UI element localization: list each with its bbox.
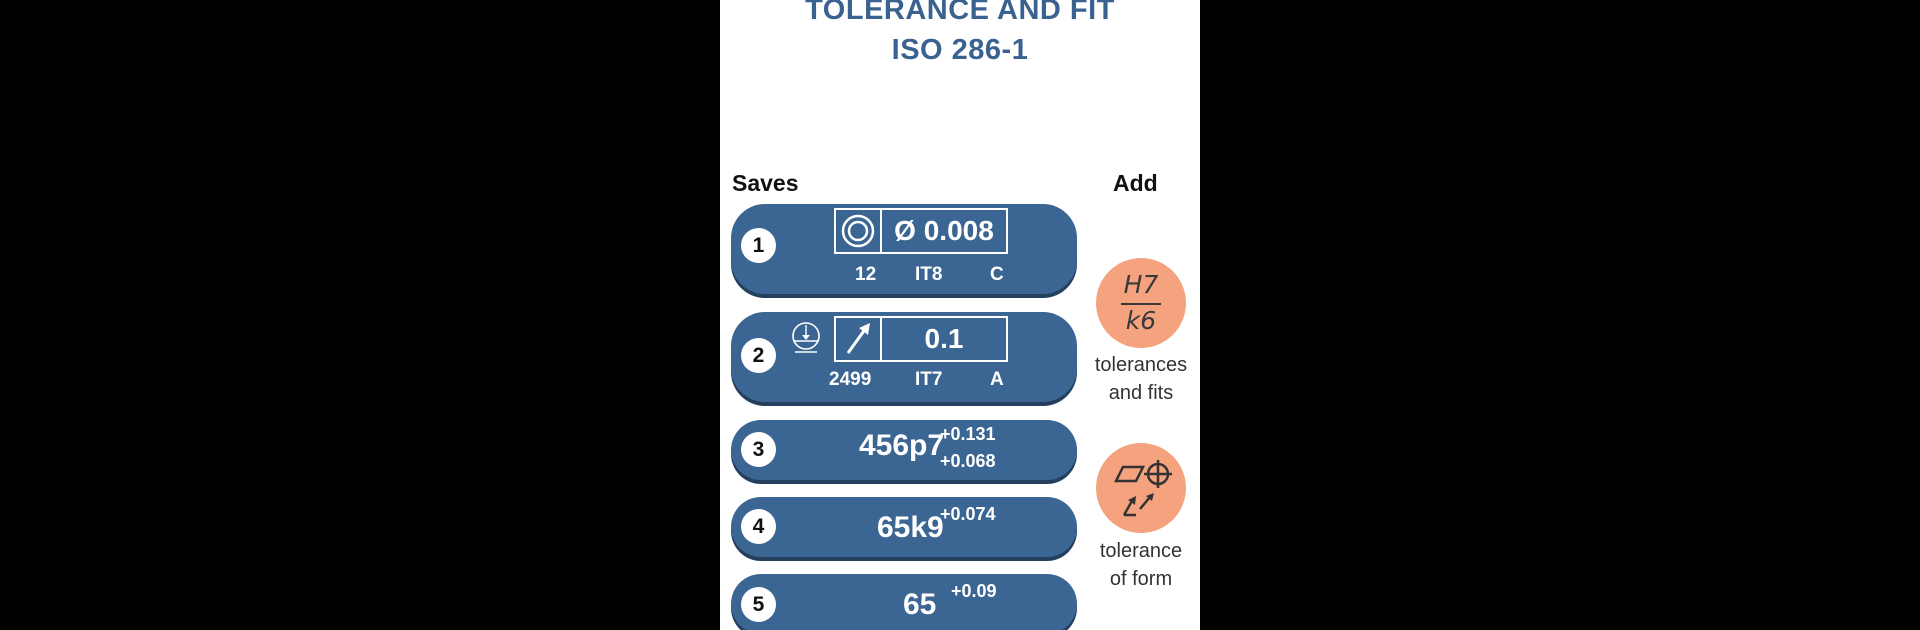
app-screen: TOLERANCE AND FIT ISO 286-1 Saves Add 1 … <box>720 0 1200 630</box>
add-tolerances-and-fits-button[interactable]: H7 k6 <box>1096 258 1186 348</box>
tolerance-frame: 0.1 <box>834 316 1008 362</box>
page-subtitle: ISO 286-1 <box>891 34 1029 66</box>
datum-feature-icon <box>792 322 820 353</box>
save-number-3: 3 <box>741 432 776 467</box>
add-tolerances-and-fits-caption: tolerances and fits <box>1094 354 1188 404</box>
save-item-4[interactable]: 4 65k9 +0.074 <box>731 497 1077 557</box>
flatness-position-runout-icon <box>1113 460 1172 517</box>
fit-designation: 65 <box>903 588 937 621</box>
add-tolerance-of-form-caption: tolerance of form <box>1099 540 1183 590</box>
it-grade: IT7 <box>915 369 943 390</box>
hole-tolerance-label: H7 <box>1123 270 1159 299</box>
save-item-5[interactable]: 5 65 +0.09 <box>731 574 1077 630</box>
nominal-size: 12 <box>855 264 877 285</box>
it-grade: IT8 <box>915 264 943 285</box>
add-heading: Add <box>1113 170 1158 196</box>
tolerance-class: A <box>990 369 1004 390</box>
fit-designation: 65k9 <box>877 511 944 544</box>
total-runout-icon <box>836 318 880 360</box>
fit-designation: 456p7 <box>859 429 945 462</box>
saves-heading: Saves <box>732 170 799 196</box>
shaft-tolerance-label: k6 <box>1125 306 1157 335</box>
tolerance-class: C <box>990 264 1004 285</box>
page-title: TOLERANCE AND FIT <box>805 0 1115 26</box>
tolerance-frame: Ø 0.008 <box>834 208 1008 254</box>
save-number-1: 1 <box>741 228 776 263</box>
upper-deviation: +0.074 <box>940 504 996 524</box>
save-item-1[interactable]: 1 Ø 0.008 12 IT8 C <box>731 204 1077 294</box>
concentricity-icon <box>836 210 880 252</box>
save-item-2[interactable]: 2 0.1 2499 IT7 A <box>731 312 1077 402</box>
tolerance-value: Ø 0.008 <box>894 215 994 246</box>
save-item-3[interactable]: 3 456p7 +0.131 +0.068 <box>731 420 1077 480</box>
add-tolerance-of-form-button[interactable] <box>1096 443 1186 533</box>
nominal-size: 2499 <box>829 369 872 390</box>
lower-deviation: +0.068 <box>940 451 996 471</box>
fraction-line <box>1121 303 1161 305</box>
upper-deviation: +0.09 <box>951 581 997 601</box>
tolerance-value: 0.1 <box>924 323 964 354</box>
save-number-4: 4 <box>741 509 776 544</box>
upper-deviation: +0.131 <box>940 424 996 444</box>
save-number-2: 2 <box>741 338 776 373</box>
save-number-5: 5 <box>741 587 776 622</box>
